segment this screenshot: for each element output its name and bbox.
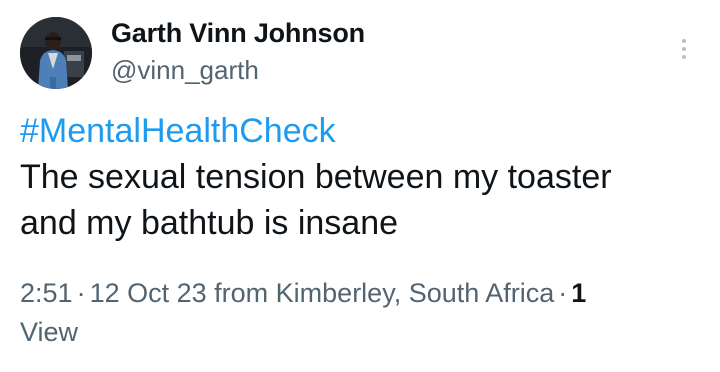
username-handle[interactable]: @vinn_garth	[111, 55, 259, 86]
more-vertical-icon[interactable]	[672, 34, 696, 64]
tweet-body: #MentalHealthCheck The sexual tension be…	[20, 108, 700, 246]
tweet-location: from Kimberley, South Africa	[214, 278, 555, 308]
separator-dot: ·	[76, 278, 86, 308]
display-name[interactable]: Garth Vinn Johnson	[111, 18, 365, 49]
more-dot	[682, 39, 686, 43]
hashtag-link[interactable]: #MentalHealthCheck	[20, 108, 700, 154]
metadata-row: 2:51 · 12 Oct 23 from Kimberley, South Afr…	[20, 274, 700, 313]
tweet-date[interactable]: 12 Oct 23	[90, 278, 207, 308]
tweet-text-line: The sexual tension between my toaster	[20, 158, 612, 196]
views-label[interactable]: View	[20, 313, 700, 352]
more-dot	[682, 47, 686, 51]
more-dot	[682, 55, 686, 59]
separator-dot: ·	[558, 278, 568, 308]
tweet-text-line: and my bathtub is insane	[20, 204, 399, 242]
avatar-photo-icon	[20, 17, 92, 89]
tweet-metadata: 2:51 · 12 Oct 23 from Kimberley, South Afr…	[20, 274, 700, 352]
tweet-time[interactable]: 2:51	[20, 278, 73, 308]
tweet-card: Garth Vinn Johnson @vinn_garth #MentalHe…	[0, 0, 720, 372]
views-count[interactable]: 1	[571, 278, 586, 308]
avatar[interactable]	[20, 17, 92, 89]
